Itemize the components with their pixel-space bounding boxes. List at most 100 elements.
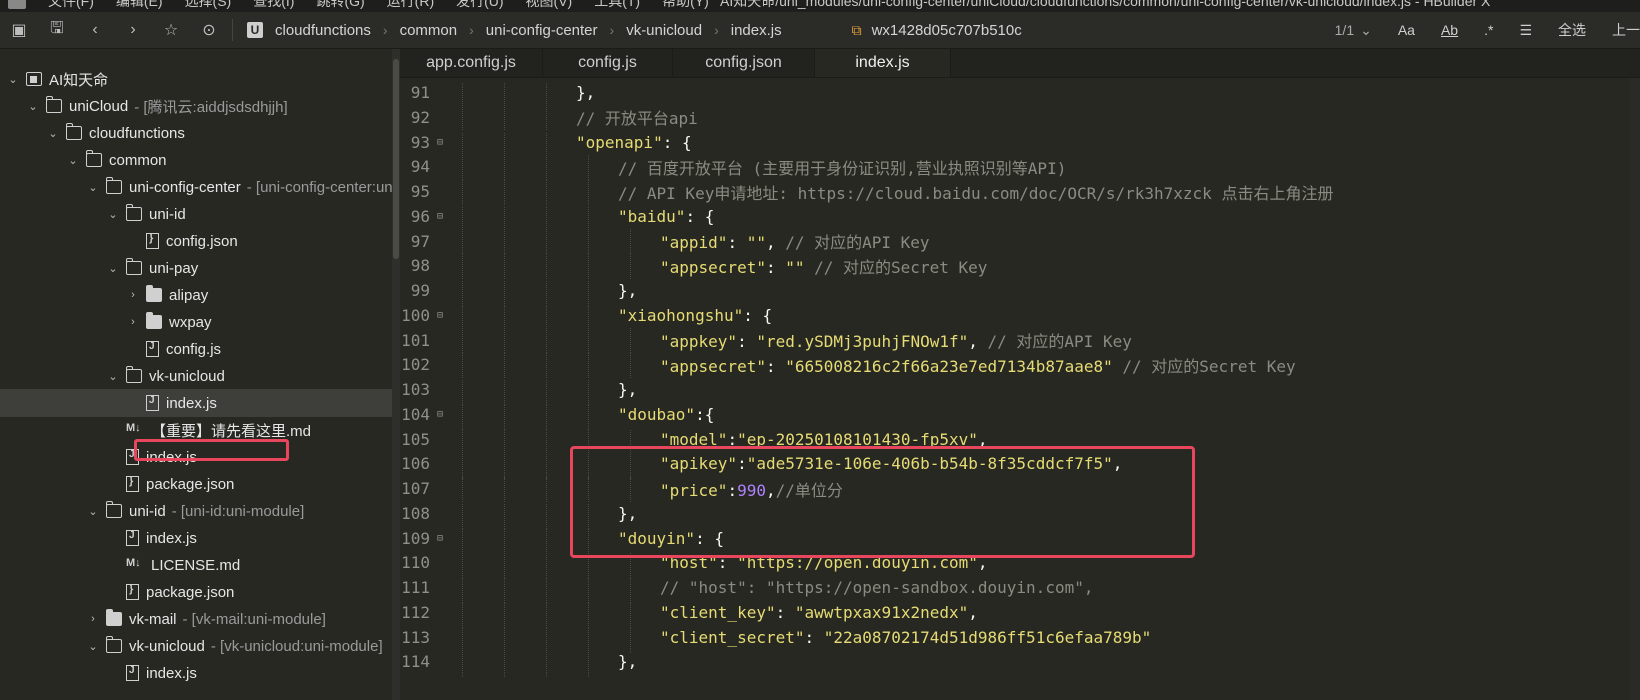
select-all-button[interactable]: 全选 xyxy=(1558,20,1586,40)
bookmark-star-icon[interactable]: ☆ xyxy=(152,12,190,48)
editor-scrollbar[interactable] xyxy=(1630,78,1640,700)
code-line[interactable]: 110 "host": "https://open.douyin.com", xyxy=(400,550,1640,579)
code-line[interactable]: 111 // "host": "https://open-sandbox.douy… xyxy=(400,575,1640,603)
code-line[interactable]: 92 // 开放平台api xyxy=(400,105,1640,131)
code-line[interactable]: 107 "price":990,//单位分 xyxy=(400,476,1640,502)
editor-tab[interactable]: index.js xyxy=(815,49,951,77)
fold-toggle-icon[interactable]: ⊟ xyxy=(434,211,446,222)
save-icon[interactable]: 🖫 xyxy=(38,12,76,48)
tree-item[interactable]: index.js xyxy=(0,524,400,552)
menu-lines-icon[interactable]: ☰ xyxy=(1519,22,1532,39)
tree-item[interactable]: ⌄ vk-unicloud xyxy=(0,362,400,390)
code-line[interactable]: 109 ⊟ "douyin": { xyxy=(400,526,1640,554)
tree-item[interactable]: ⌄ uni-pay xyxy=(0,254,400,282)
code-line[interactable]: 91}, xyxy=(400,80,1640,108)
chevron-down-icon[interactable]: ⌄ xyxy=(86,181,100,194)
tree-item[interactable]: index.js xyxy=(0,443,400,471)
breadcrumb-item[interactable]: cloudfunctions xyxy=(275,22,371,39)
tree-item[interactable]: ⌄ vk-unicloud - [vk-unicloud:uni-module] xyxy=(0,632,400,660)
code-line[interactable]: 93 ⊟ "openapi": { xyxy=(400,130,1640,158)
menu-item[interactable]: 编辑(E) xyxy=(116,0,163,11)
menu-item[interactable]: 查找(I) xyxy=(253,0,294,11)
code-line[interactable]: 114}, xyxy=(400,649,1640,678)
editor-tab[interactable]: config.json xyxy=(673,49,815,77)
wx-appid[interactable]: ⧉ wx1428d05c707b510c xyxy=(852,22,1022,39)
code-line[interactable]: 112 "client_key": "awwtpxax91x2nedx", xyxy=(400,600,1640,628)
regex-icon[interactable]: .* xyxy=(1484,22,1493,38)
search-result-indicator[interactable]: 1/1 xyxy=(1335,22,1354,38)
tree-item[interactable]: › vk-mail - [vk-mail:uni-module] xyxy=(0,605,400,633)
whole-word-icon[interactable]: Ab xyxy=(1441,22,1458,38)
code-line[interactable]: 95 // API Key申请地址: https://cloud.baidu.co… xyxy=(400,179,1640,205)
breadcrumb-item[interactable]: vk-unicloud xyxy=(626,22,702,39)
chevron-down-icon[interactable]: ⌄ xyxy=(106,262,120,275)
tree-item[interactable]: ⌄ uniCloud - [腾讯云:aiddjsdsdhjjh] xyxy=(0,92,400,120)
menu-item[interactable]: 文件(F) xyxy=(48,0,94,11)
code-area[interactable]: 91}, 92// 开放平台api 93 ⊟ "openapi": {94// 百度开放… xyxy=(400,78,1640,700)
chevron-right-icon[interactable]: › xyxy=(86,613,100,625)
tree-item[interactable]: ⌄ common xyxy=(0,146,400,174)
chevron-down-icon[interactable]: ⌄ xyxy=(86,505,100,518)
code-line[interactable]: 104 ⊟ "doubao":{ xyxy=(400,402,1640,430)
code-line[interactable]: 96 ⊟ "baidu": { xyxy=(400,204,1640,232)
chevron-down-icon[interactable]: ⌄ xyxy=(86,640,100,653)
sidebar-scrollbar[interactable] xyxy=(392,49,400,700)
chevron-right-icon[interactable]: › xyxy=(126,316,140,328)
fold-toggle-icon[interactable]: ⊟ xyxy=(434,310,446,321)
breadcrumb-item[interactable]: common xyxy=(400,22,458,39)
tree-item[interactable]: config.json xyxy=(0,227,400,255)
code-line[interactable]: 101 "appkey": "red.ySDMj3puhjFNOw1f", // … xyxy=(400,328,1640,353)
tree-item[interactable]: ⌄ AI知天命 xyxy=(0,65,398,93)
tree-item[interactable]: LICENSE.md xyxy=(0,551,400,579)
menu-item[interactable]: 帮助(Y) xyxy=(662,0,709,11)
tree-item[interactable]: › alipay xyxy=(0,281,400,309)
chevron-down-icon[interactable]: ⌄ xyxy=(6,73,20,86)
editor-tab[interactable]: config.js xyxy=(543,49,673,77)
tree-item[interactable]: ⌄ uni-config-center - [uni-config-center:u… xyxy=(0,173,400,201)
chevron-down-icon[interactable]: ⌄ xyxy=(66,154,80,167)
run-icon[interactable]: ⊙ xyxy=(190,12,228,48)
tree-item[interactable]: package.json xyxy=(0,470,400,498)
chevron-down-icon[interactable]: ⌄ xyxy=(46,127,60,140)
tree-item[interactable]: ⌄ cloudfunctions xyxy=(0,119,400,147)
code-line[interactable]: 100 ⊟ "xiaohongshu": { xyxy=(400,303,1640,331)
match-case-icon[interactable]: Aa xyxy=(1398,22,1415,38)
tree-item[interactable]: index.js xyxy=(0,389,400,417)
menu-item[interactable]: 运行(R) xyxy=(387,0,434,11)
code-line[interactable]: 97 "appid": "", // 对应的API Key xyxy=(400,229,1640,254)
chevron-down-icon[interactable]: ⌄ xyxy=(26,100,40,113)
tree-item[interactable]: package.json xyxy=(0,578,400,606)
code-line[interactable]: 94 // 百度开放平台 (主要用于身份证识别,营业执照识别等API) xyxy=(400,154,1640,180)
menu-item[interactable]: 视图(V) xyxy=(526,0,573,11)
scrollbar-thumb[interactable] xyxy=(393,59,399,259)
forward-icon[interactable]: › xyxy=(114,12,152,48)
menu-item[interactable]: 跳转(G) xyxy=(316,0,364,11)
tree-item[interactable]: index.js xyxy=(0,659,400,687)
chevron-down-icon[interactable]: ⌄ xyxy=(106,370,120,383)
code-line[interactable]: 106 "apikey":"ade5731e-106e-406b-b54b-8f3… xyxy=(400,451,1640,480)
code-line[interactable]: 103}, xyxy=(400,377,1640,405)
tree-item[interactable]: ⌄ uni-id - [uni-id:uni-module] xyxy=(0,497,400,525)
code-line[interactable]: 102 "appsecret": "665008216c2f66a23e7ed71… xyxy=(400,352,1640,378)
fold-toggle-icon[interactable]: ⊟ xyxy=(434,533,446,544)
chevron-down-icon[interactable]: ⌄ xyxy=(106,208,120,221)
menu-item[interactable]: 工具(T) xyxy=(594,0,640,11)
menu-item[interactable]: 发行(U) xyxy=(456,0,503,11)
chevron-right-icon[interactable]: › xyxy=(126,289,140,301)
tree-item[interactable]: config.js xyxy=(0,335,400,363)
breadcrumb-item[interactable]: uni-config-center xyxy=(486,22,598,39)
tree-item[interactable]: ⌄ uni-id xyxy=(0,200,400,228)
chevron-down-icon[interactable]: ⌄ xyxy=(1360,22,1372,39)
menu-item[interactable]: 选择(S) xyxy=(185,0,232,11)
fold-toggle-icon[interactable]: ⊟ xyxy=(434,137,446,148)
editor-tab[interactable]: app.config.js xyxy=(400,49,543,77)
breadcrumb-item[interactable]: index.js xyxy=(731,22,782,39)
tree-item[interactable]: › wxpay xyxy=(0,308,400,336)
code-line[interactable]: 113 "client_secret": "22a08702174d51d986f… xyxy=(400,625,1640,653)
tree-item[interactable]: 【重要】请先看这里.md xyxy=(0,416,400,444)
code-line[interactable]: 105 "model":"ep-20250108101430-fp5xv", xyxy=(400,427,1640,455)
code-line[interactable]: 108}, xyxy=(400,501,1640,529)
code-line[interactable]: 99}, xyxy=(400,278,1640,306)
new-file-icon[interactable]: ▣ xyxy=(0,12,38,48)
code-line[interactable]: 98 "appsecret": "" // 对应的Secret Key xyxy=(400,253,1640,279)
